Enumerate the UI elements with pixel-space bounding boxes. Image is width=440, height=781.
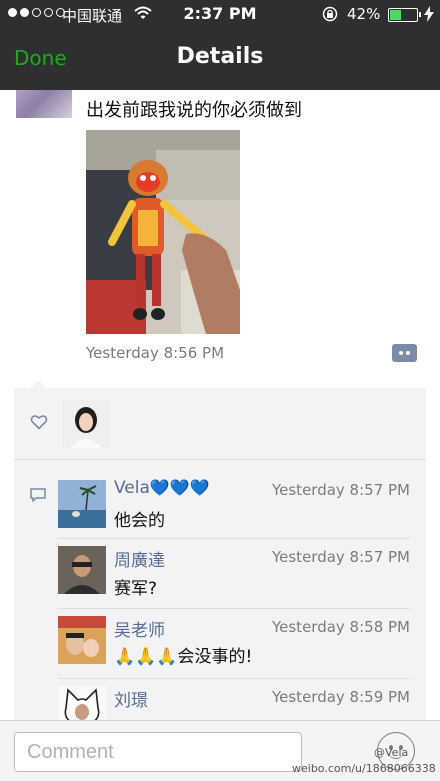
comment-author-name[interactable]: Vela💙💙💙 [114,478,210,498]
comment-time: Yesterday 8:59 PM [271,688,410,706]
comment-divider [58,678,410,679]
post-text: 出发前跟我说的你必须做到 [86,100,302,121]
comment-time: Yesterday 8:57 PM [271,548,410,566]
blue-hearts-emoji: 💙💙💙 [149,478,210,497]
comment-item: Vela💙💙💙 Yesterday 8:57 PM 他会的 [58,478,410,540]
comment-time: Yesterday 8:57 PM [271,481,410,499]
comment-divider [58,608,410,609]
charging-icon [424,6,434,22]
watermark-url: weibo.com/u/1868066338 [292,762,436,775]
comment-text: 🙏🙏🙏会没事的! [114,647,253,667]
comment-time: Yesterday 8:58 PM [271,618,410,636]
post-detail[interactable]: 出发前跟我说的你必须做到 Yesterday 8:56 PM Vela💙💙💙 Y… [0,90,440,720]
comment-avatar[interactable] [58,546,106,594]
rotation-lock-icon [322,6,338,22]
likes-comments-panel: Vela💙💙💙 Yesterday 8:57 PM 他会的 周廣達 Yester… [14,388,426,720]
liker-avatar[interactable] [62,400,110,448]
comment-item: 刘璟 Yesterday 8:59 PM [58,686,410,720]
likes-row [14,388,426,460]
panel-arrow [30,380,46,388]
post-timestamp: Yesterday 8:56 PM [86,344,225,362]
comment-author-name[interactable]: 周廣達 [114,546,165,571]
heart-icon [30,415,48,430]
battery-level [390,10,401,20]
comment-item: 吴老师 Yesterday 8:58 PM 🙏🙏🙏会没事的! [58,616,410,676]
top-bar: 中国联通 2:37 PM 42% Done Details [0,0,440,90]
comment-item: 周廣達 Yesterday 8:57 PM 赛军? [58,546,410,606]
monkey-doll-photo [86,130,240,334]
comment-bubble-icon [30,488,46,502]
battery-icon [388,8,421,22]
comment-action-button[interactable] [392,344,417,362]
comment-author-text: Vela [114,478,150,498]
comment-text: 赛军? [114,579,158,599]
comment-avatar[interactable] [58,480,106,528]
battery-percent: 42% [347,5,381,23]
comment-input[interactable] [14,732,302,772]
comment-avatar[interactable] [58,616,106,664]
page-title: Details [176,44,264,69]
author-avatar[interactable] [16,90,72,118]
battery-tip [419,12,421,17]
comment-avatar[interactable] [58,686,106,720]
comment-divider [58,538,410,539]
comment-author-name[interactable]: 吴老师 [114,616,165,641]
comment-author-name[interactable]: 刘璟 [114,686,148,711]
post-photo[interactable] [86,130,240,334]
comment-text: 他会的 [114,511,165,531]
status-bar: 中国联通 2:37 PM 42% [0,0,440,30]
watermark-handle: @Vela [374,746,409,759]
